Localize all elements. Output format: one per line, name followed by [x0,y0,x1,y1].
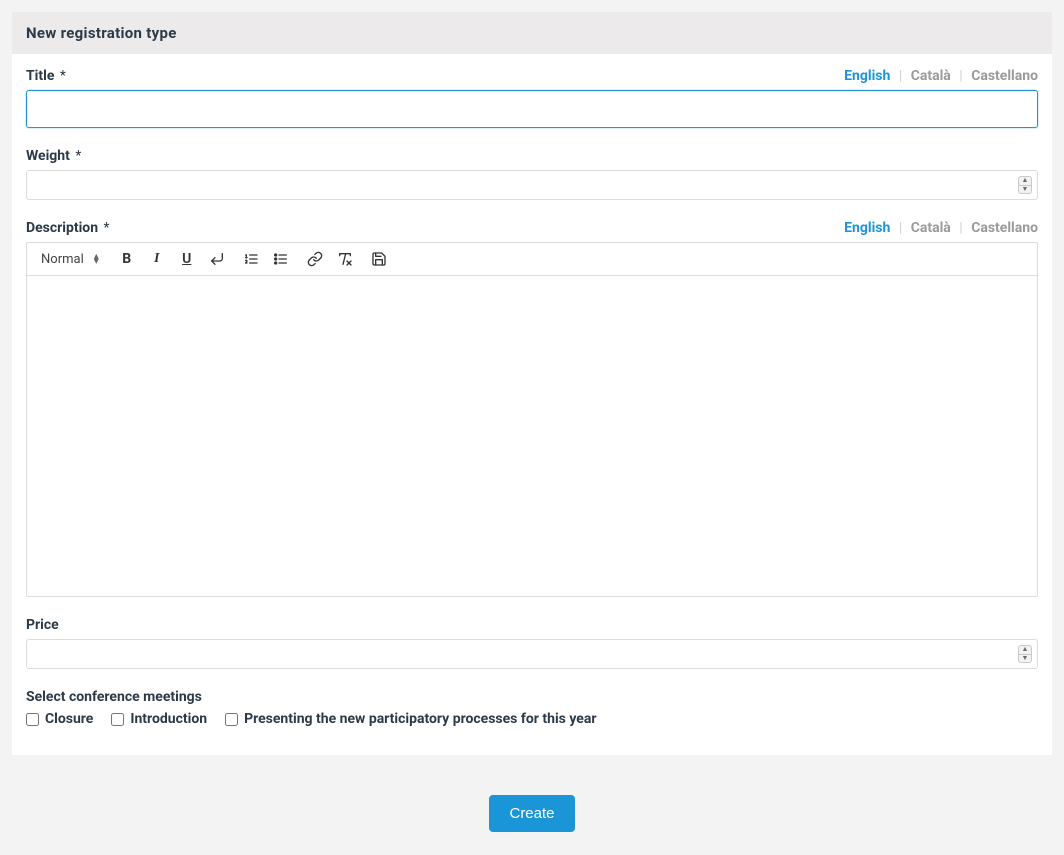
form-actions: Create [12,755,1052,842]
lang-tab-english[interactable]: English [844,68,890,84]
meeting-option-closure: Closure [26,711,93,727]
title-field: Title * English | Català | Castellano [26,68,1038,128]
price-label: Price [26,617,59,633]
clear-format-icon[interactable] [335,249,355,269]
unordered-list-icon[interactable] [271,249,291,269]
registration-type-panel: New registration type Title * English | … [12,12,1052,755]
meeting-label-closure[interactable]: Closure [45,711,93,727]
meeting-label-presenting[interactable]: Presenting the new participatory process… [244,711,596,727]
description-language-tabs: English | Català | Castellano [844,220,1038,236]
panel-title: New registration type [12,12,1052,54]
lang-tab-castellano[interactable]: Castellano [971,68,1038,84]
format-select[interactable]: Normal ▴▾ [37,250,103,269]
lang-tab-catala[interactable]: Català [911,220,951,236]
meeting-checkbox-presenting[interactable] [225,713,238,726]
ordered-list-icon[interactable] [241,249,261,269]
weight-stepper[interactable]: ▲ ▼ [1018,176,1032,194]
price-field: Price ▲ ▼ [26,617,1038,669]
meetings-label: Select conference meetings [26,689,1038,705]
underline-icon[interactable]: U [177,249,197,269]
meeting-checkbox-closure[interactable] [26,713,39,726]
create-button[interactable]: Create [489,795,574,832]
editor-toolbar: Normal ▴▾ B I U [27,243,1037,276]
panel-body: Title * English | Català | Castellano We… [12,54,1052,755]
return-icon[interactable] [207,249,227,269]
meeting-checkbox-introduction[interactable] [111,713,124,726]
description-field: Description * English | Català | Castell… [26,220,1038,597]
stepper-down-icon[interactable]: ▼ [1019,186,1031,194]
weight-input[interactable] [26,170,1038,200]
title-label: Title * [26,68,66,84]
price-input[interactable] [26,639,1038,669]
description-label: Description * [26,220,110,236]
lang-tab-catala[interactable]: Català [911,68,951,84]
rich-text-editor: Normal ▴▾ B I U [26,242,1038,597]
meeting-label-introduction[interactable]: Introduction [130,711,207,727]
save-icon[interactable] [369,249,389,269]
meetings-field: Select conference meetings Closure Intro… [26,689,1038,727]
title-input[interactable] [26,90,1038,128]
price-stepper[interactable]: ▲ ▼ [1018,645,1032,663]
bold-icon[interactable]: B [117,249,137,269]
description-editor-body[interactable] [27,276,1037,596]
weight-label: Weight * [26,148,81,164]
title-language-tabs: English | Català | Castellano [844,68,1038,84]
chevron-updown-icon: ▴▾ [94,254,99,264]
link-icon[interactable] [305,249,325,269]
weight-field: Weight * ▲ ▼ [26,148,1038,200]
lang-tab-castellano[interactable]: Castellano [971,220,1038,236]
lang-tab-english[interactable]: English [844,220,890,236]
italic-icon[interactable]: I [147,249,167,269]
stepper-down-icon[interactable]: ▼ [1019,655,1031,663]
meeting-option-introduction: Introduction [111,711,207,727]
meeting-option-presenting: Presenting the new participatory process… [225,711,596,727]
